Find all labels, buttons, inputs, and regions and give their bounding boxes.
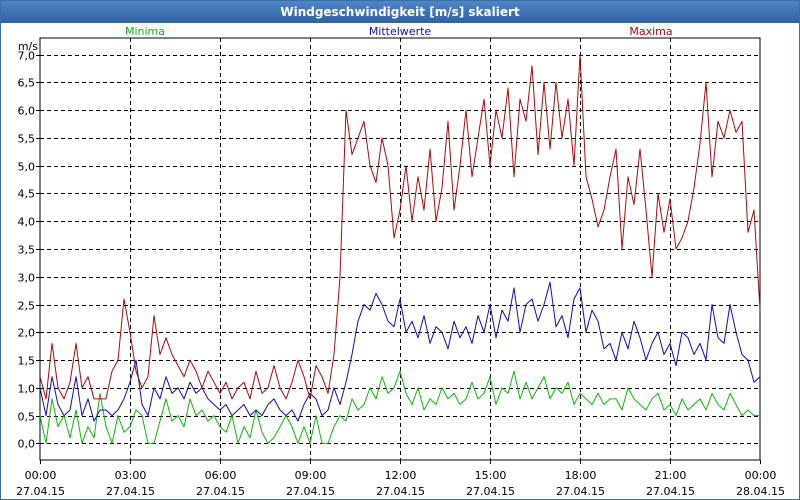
- x-tick-label-time: 00:00: [25, 469, 57, 482]
- y-tick-label: 0,0: [18, 438, 36, 451]
- legend-label-minima: Minima: [125, 25, 165, 38]
- x-tick-label-date: 27.04.15: [286, 485, 335, 498]
- x-tick-label-date: 27.04.15: [376, 485, 425, 498]
- x-tick-label-time: 09:00: [295, 469, 327, 482]
- series-line-mittelwerte: [39, 281, 761, 422]
- x-tick-label-time: 15:00: [475, 469, 507, 482]
- x-tick-label-time: 06:00: [205, 469, 237, 482]
- y-tick-label: 5,0: [18, 161, 36, 174]
- y-axis-label: m/s: [18, 40, 38, 53]
- x-tick-label-date: 27.04.15: [16, 485, 65, 498]
- x-tick-label-date: 27.04.15: [466, 485, 515, 498]
- y-tick-label: 4,5: [18, 188, 36, 201]
- y-tick-label: 4,0: [18, 216, 36, 229]
- y-tick-label: 6,5: [18, 77, 36, 90]
- x-tick-label-time: 00:00: [745, 469, 777, 482]
- x-tick-label-date: 28.04.15: [736, 485, 785, 498]
- x-tick-label-date: 27.04.15: [106, 485, 155, 498]
- x-tick-label-time: 21:00: [655, 469, 687, 482]
- y-tick-label: 3,0: [18, 272, 36, 285]
- x-tick-label-time: 18:00: [565, 469, 597, 482]
- y-tick-label: 3,5: [18, 244, 36, 257]
- y-tick-label: 2,5: [18, 300, 36, 313]
- x-tick-label-date: 27.04.15: [646, 485, 695, 498]
- y-tick-label: 2,0: [18, 327, 36, 340]
- y-tick-label: 0,5: [18, 411, 36, 424]
- y-tick-label: 5,5: [18, 133, 36, 146]
- y-tick-label: 1,5: [18, 355, 36, 368]
- x-tick-label-date: 27.04.15: [196, 485, 245, 498]
- y-tick-label: 6,0: [18, 105, 36, 118]
- legend-label-maxima: Maxima: [629, 25, 672, 38]
- y-tick-label: 1,0: [18, 383, 36, 396]
- x-tick-label-time: 03:00: [115, 469, 147, 482]
- x-tick-label-date: 27.04.15: [556, 485, 605, 498]
- x-tick-label-time: 12:00: [385, 469, 417, 482]
- wind-speed-chart: 0,0 0,5 1,0 1,5 2,0 2,5 3,0 3,5 4,0 4,5 5,0 5,5 6,0 6…: [16, 25, 785, 498]
- legend-label-mittelwerte: Mittelwerte: [369, 25, 432, 38]
